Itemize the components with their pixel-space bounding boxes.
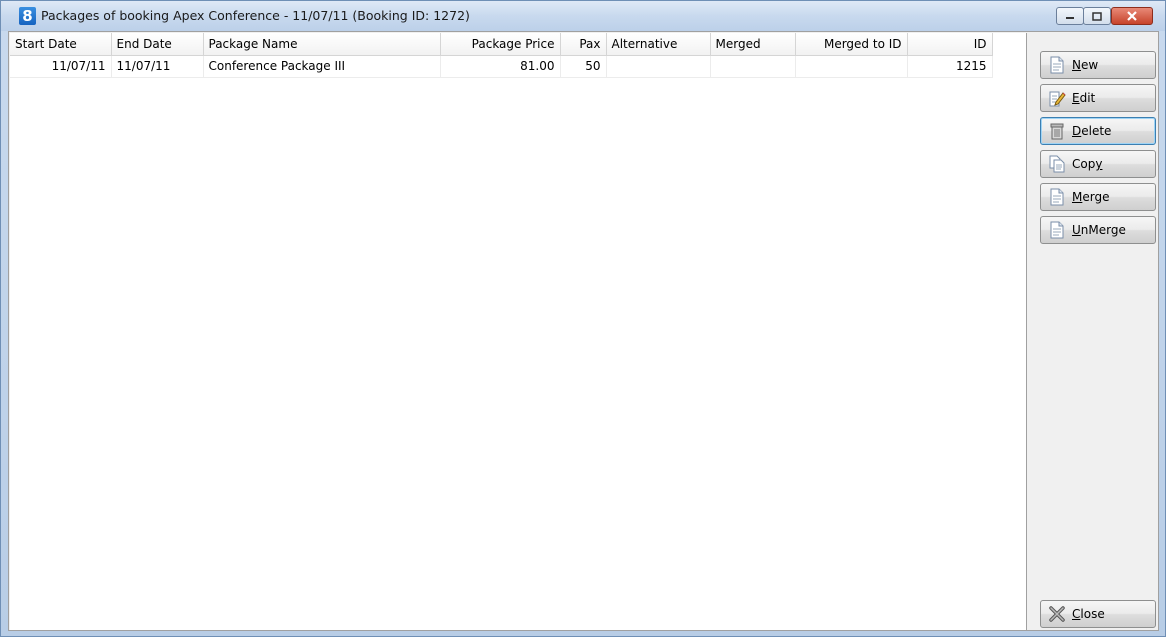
close-icon [1127, 11, 1137, 21]
maximize-button[interactable] [1083, 7, 1111, 25]
merge-label-mnemonic: M [1072, 190, 1083, 204]
merge-document-icon [1048, 188, 1066, 206]
cell-package-price: 81.00 [440, 55, 561, 78]
delete-label-mnemonic: D [1072, 124, 1082, 138]
cell-merged [710, 55, 796, 78]
app-icon: 8 [19, 7, 36, 25]
packages-grid[interactable]: Start Date End Date Package Name Package… [10, 33, 1027, 630]
packages-window: 8 Packages of booking Apex Conference - … [0, 0, 1166, 637]
new-label-mnemonic: N [1072, 58, 1081, 72]
cell-package-name: Conference Package III [203, 55, 441, 78]
copy-button[interactable]: Copy [1040, 150, 1156, 178]
col-end-date[interactable]: End Date [111, 33, 204, 56]
cell-merged-to-id [795, 55, 908, 78]
maximize-icon [1092, 11, 1102, 21]
col-alternative[interactable]: Alternative [606, 33, 711, 56]
delete-label: elete [1081, 124, 1112, 138]
cell-pax: 50 [560, 55, 607, 78]
unmerge-label-mnemonic: U [1072, 223, 1081, 237]
unmerge-document-icon [1048, 221, 1066, 239]
close-x-icon [1048, 605, 1066, 623]
edit-pencil-icon [1048, 89, 1066, 107]
col-package-price[interactable]: Package Price [440, 33, 561, 56]
col-pax[interactable]: Pax [560, 33, 607, 56]
header-row: Start Date End Date Package Name Package… [10, 33, 993, 56]
copy-label-pre: Cop [1072, 157, 1096, 171]
cell-alternative [606, 55, 711, 78]
unmerge-label: nMerge [1080, 223, 1126, 237]
title-bar[interactable]: 8 Packages of booking Apex Conference - … [1, 1, 1165, 31]
new-label: ew [1080, 58, 1099, 72]
action-panel: New Edit Delete Copy Merge UnMerge Close [1034, 32, 1158, 630]
copy-label-mnemonic: y [1095, 157, 1103, 171]
minimize-icon [1066, 17, 1074, 19]
minimize-button[interactable] [1056, 7, 1084, 25]
col-start-date[interactable]: Start Date [10, 33, 112, 56]
new-button[interactable]: New [1040, 51, 1156, 79]
edit-label: dit [1079, 91, 1096, 105]
document-icon [1048, 56, 1066, 74]
cell-start-date: 11/07/11 [10, 55, 112, 78]
cell-end-date: 11/07/11 [111, 55, 204, 78]
client-area: Start Date End Date Package Name Package… [8, 31, 1159, 631]
copy-icon [1048, 155, 1066, 173]
table-row[interactable]: 11/07/11 11/07/11 Conference Package III… [10, 55, 993, 78]
col-package-name[interactable]: Package Name [203, 33, 441, 56]
col-merged[interactable]: Merged [710, 33, 796, 56]
edit-button[interactable]: Edit [1040, 84, 1156, 112]
close-window-button[interactable] [1111, 7, 1153, 25]
col-merged-to-id[interactable]: Merged to ID [795, 33, 908, 56]
cell-id: 1215 [907, 55, 993, 78]
close-label: lose [1080, 607, 1105, 621]
packages-table: Start Date End Date Package Name Package… [10, 33, 993, 78]
close-button[interactable]: Close [1040, 600, 1156, 628]
merge-label: erge [1082, 190, 1110, 204]
trash-icon [1048, 122, 1066, 140]
unmerge-button[interactable]: UnMerge [1040, 216, 1156, 244]
col-id[interactable]: ID [907, 33, 993, 56]
merge-button[interactable]: Merge [1040, 183, 1156, 211]
delete-button[interactable]: Delete [1040, 117, 1156, 145]
window-title: Packages of booking Apex Conference - 11… [41, 8, 470, 23]
edit-label-mnemonic: E [1072, 91, 1080, 105]
